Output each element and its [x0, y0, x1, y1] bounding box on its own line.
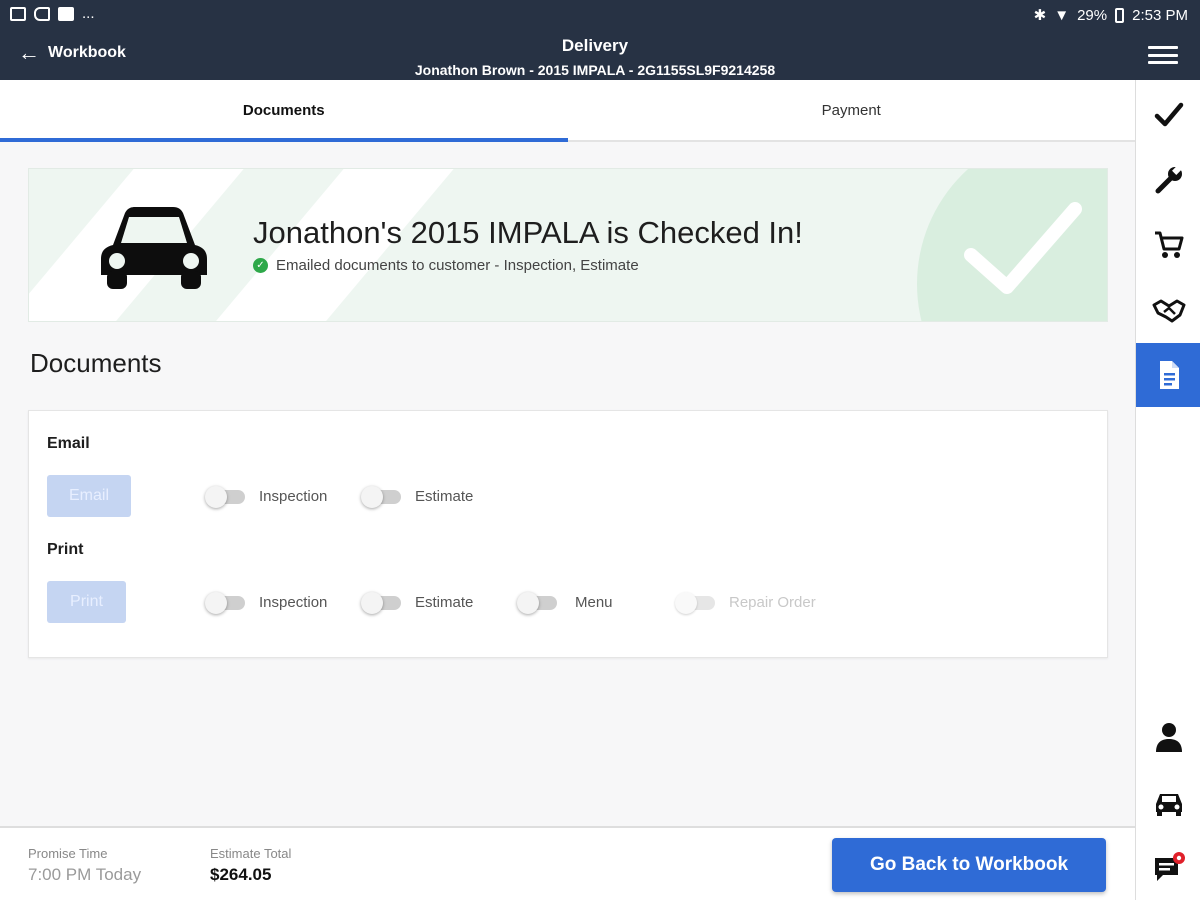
battery-level: 29%	[1077, 6, 1108, 24]
tab-documents[interactable]: Documents	[0, 80, 568, 142]
header-titles: Delivery Jonathon Brown - 2015 IMPALA - …	[300, 36, 890, 78]
estimate-total-value: $264.05	[210, 865, 272, 884]
handshake-icon	[1152, 299, 1185, 323]
sidebar-check[interactable]	[1136, 83, 1200, 147]
toggle-switch[interactable]	[361, 485, 401, 508]
battery-icon	[1115, 7, 1125, 23]
chat-icon	[1154, 852, 1185, 881]
document-icon	[1159, 361, 1179, 389]
toggle-switch[interactable]	[205, 485, 245, 508]
print-button[interactable]: Print	[47, 581, 126, 623]
menu-icon[interactable]	[1148, 46, 1178, 64]
back-label: Workbook	[48, 44, 126, 61]
success-check-icon: ✓	[253, 258, 268, 273]
email-inspection-toggle[interactable]: Inspection	[205, 485, 328, 508]
email-button[interactable]: Email	[47, 475, 131, 517]
print-estimate-toggle[interactable]: Estimate	[361, 591, 474, 614]
toggle-label: Estimate	[415, 594, 474, 611]
estimate-total-label: Estimate Total	[210, 846, 292, 861]
bluetooth-icon: ✱	[1033, 7, 1047, 24]
overflow-indicator: ...	[82, 5, 95, 22]
flipboard-icon	[58, 7, 74, 21]
right-sidebar	[1135, 80, 1200, 900]
large-checkmark-icon	[964, 202, 1082, 294]
promise-time-label: Promise Time	[28, 846, 108, 861]
car-icon	[101, 207, 207, 289]
car-icon	[1155, 794, 1182, 816]
cart-icon	[1154, 231, 1183, 258]
cast-icon	[34, 7, 50, 21]
status-time: 2:53 PM	[1132, 6, 1188, 24]
documents-heading: Documents	[30, 348, 162, 378]
wifi-icon: ▼	[1054, 6, 1070, 24]
banner-subtitle-row: ✓ Emailed documents to customer - Inspec…	[253, 257, 639, 274]
person-icon	[1155, 723, 1182, 752]
sidebar-wrench[interactable]	[1136, 148, 1200, 212]
promise-time: Promise Time 7:00 PM Today	[28, 846, 141, 885]
back-arrow-icon: ←	[18, 40, 40, 65]
sidebar-documents[interactable]	[1136, 343, 1200, 407]
print-repair-order-toggle[interactable]: Repair Order	[675, 591, 816, 614]
footer-bar: Promise Time 7:00 PM Today Estimate Tota…	[0, 826, 1135, 900]
estimate-total: Estimate Total $264.05	[210, 846, 291, 885]
toggle-switch[interactable]	[361, 591, 401, 614]
wrench-icon	[1155, 165, 1182, 194]
toggle-label: Inspection	[259, 488, 328, 505]
check-in-banner: Jonathon's 2015 IMPALA is Checked In! ✓ …	[28, 168, 1108, 322]
status-bar: ... ✱ ▼ 29% 2:53 PM	[0, 0, 1200, 30]
email-section-label: Email	[47, 435, 90, 452]
print-section-label: Print	[47, 541, 84, 558]
documents-card: Email Email Inspection Estimate Print Pr…	[28, 410, 1108, 658]
banner-title: Jonathon's 2015 IMPALA is Checked In!	[253, 215, 803, 250]
tab-bar: Documents Payment	[0, 80, 1135, 142]
page-subtitle: Jonathon Brown - 2015 IMPALA - 2G1155SL9…	[414, 62, 776, 78]
status-left-icons: ...	[10, 5, 95, 22]
toggle-switch[interactable]	[205, 591, 245, 614]
toggle-switch[interactable]	[675, 591, 715, 614]
toggle-label: Repair Order	[729, 594, 816, 611]
sidebar-customer[interactable]	[1136, 705, 1200, 769]
sidebar-messages[interactable]	[1136, 835, 1200, 899]
sidebar-cart[interactable]	[1136, 213, 1200, 277]
back-to-workbook-link[interactable]: ← Workbook	[18, 40, 126, 65]
status-right: ✱ ▼ 29% 2:53 PM	[1033, 6, 1188, 25]
tab-payment[interactable]: Payment	[568, 80, 1136, 140]
banner-subtitle: Emailed documents to customer - Inspecti…	[276, 257, 639, 274]
email-estimate-toggle[interactable]: Estimate	[361, 485, 474, 508]
toggle-label: Estimate	[415, 488, 474, 505]
toggle-label: Menu	[575, 594, 613, 611]
image-icon	[10, 7, 26, 21]
sidebar-handshake[interactable]	[1136, 278, 1200, 342]
toggle-label: Inspection	[259, 594, 328, 611]
app-header: ... ✱ ▼ 29% 2:53 PM ← Workbook Delivery …	[0, 0, 1200, 80]
page-title: Delivery	[561, 36, 629, 55]
toggle-switch[interactable]	[517, 591, 557, 614]
go-back-to-workbook-button[interactable]: Go Back to Workbook	[832, 838, 1106, 892]
promise-time-value: 7:00 PM Today	[28, 865, 142, 884]
print-menu-toggle[interactable]: Menu	[517, 591, 613, 614]
print-inspection-toggle[interactable]: Inspection	[205, 591, 328, 614]
sidebar-vehicle[interactable]	[1136, 770, 1200, 834]
check-icon	[1154, 102, 1183, 127]
